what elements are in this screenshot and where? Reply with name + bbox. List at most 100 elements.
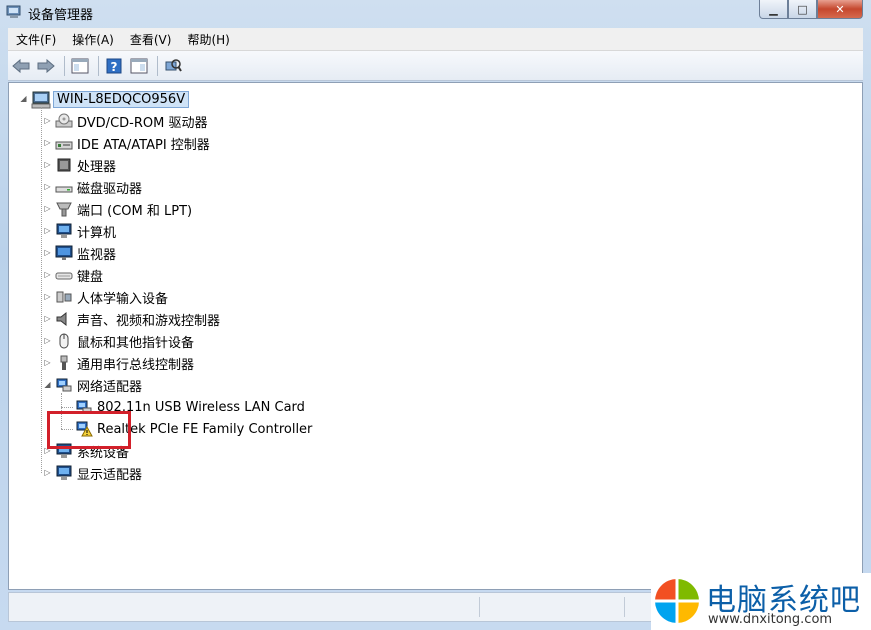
toolbar: ? [8, 51, 863, 81]
tree-category[interactable]: 鼠标和其他指针设备 [55, 331, 194, 351]
expand-arrow-icon[interactable]: ▷ [43, 468, 52, 477]
expand-arrow-icon[interactable]: ▷ [43, 248, 52, 257]
tree-category[interactable]: 网络适配器 [55, 375, 142, 395]
tree-node-label: 鼠标和其他指针设备 [77, 335, 195, 351]
tree-node-label: DVD/CD-ROM 驱动器 [77, 115, 208, 131]
properties-button[interactable] [128, 55, 150, 77]
device-tree[interactable]: WIN-L8EDQCO956V ◢ DVD/CD-ROM 驱动器 ▷ IDE ATA/A… [8, 82, 863, 590]
tree-root-computer[interactable]: WIN-L8EDQCO956V [31, 89, 190, 109]
tree-node-label: IDE ATA/ATAPI 控制器 [77, 137, 210, 153]
dvd-icon [55, 113, 73, 129]
expand-arrow-icon[interactable]: ▷ [43, 358, 52, 367]
computer-root-icon [31, 91, 51, 109]
usb-icon [55, 355, 73, 371]
help-icon: ? [106, 58, 122, 74]
menu-help[interactable]: 帮助(H) [179, 31, 237, 48]
disk-drive-icon [55, 179, 73, 195]
root-node-label: WIN-L8EDQCO956V [53, 90, 190, 108]
title-bar[interactable]: 设备管理器 ▁ □ ✕ [0, 0, 871, 26]
show-hide-console-tree-icon [71, 58, 89, 73]
window-controls: ▁ □ ✕ [759, 0, 863, 19]
back-button[interactable] [10, 55, 32, 77]
expand-arrow-icon[interactable]: ▷ [43, 292, 52, 301]
tree-category[interactable]: 显示适配器 [55, 463, 142, 483]
window-title: 设备管理器 [28, 8, 94, 23]
tree-category[interactable]: 处理器 [55, 155, 116, 175]
toolbar-separator [98, 55, 99, 76]
minimize-button[interactable]: ▁ [759, 0, 788, 19]
properties-icon [130, 58, 148, 73]
tree-category[interactable]: DVD/CD-ROM 驱动器 [55, 111, 207, 131]
tree-category[interactable]: 计算机 [55, 221, 116, 241]
toolbar-separator [64, 55, 65, 76]
expand-arrow-icon[interactable]: ▷ [43, 204, 52, 213]
monitor-icon [55, 245, 73, 261]
tree-category[interactable]: 键盘 [55, 265, 103, 285]
forward-icon [37, 58, 55, 73]
tree-category[interactable]: IDE ATA/ATAPI 控制器 [55, 133, 210, 153]
scan-hardware-button[interactable] [162, 55, 184, 77]
tree-node-label: 监视器 [77, 247, 117, 263]
show-hide-console-tree-button[interactable] [69, 55, 91, 77]
highlight-box [47, 411, 131, 449]
device-manager-app-icon [6, 5, 22, 19]
expand-arrow-icon[interactable]: ▷ [43, 116, 52, 125]
tree-node-label: 端口 (COM 和 LPT) [77, 203, 193, 219]
windows-logo-icon [655, 579, 699, 623]
watermark: 电脑系统吧 www.dnxitong.com [651, 573, 871, 630]
mouse-icon [55, 333, 73, 349]
tree-category[interactable]: 端口 (COM 和 LPT) [55, 199, 192, 219]
scan-hardware-icon [165, 58, 182, 72]
tree-category[interactable]: 声音、视频和游戏控制器 [55, 309, 220, 329]
tree-category[interactable]: 人体学输入设备 [55, 287, 168, 307]
status-divider [479, 597, 480, 617]
maximize-icon: □ [797, 2, 808, 16]
menu-bar: 文件(F) 操作(A) 查看(V) 帮助(H) [8, 28, 863, 51]
expand-arrow-icon[interactable]: ▷ [43, 314, 52, 323]
expand-arrow-icon[interactable]: ▷ [43, 160, 52, 169]
tree-category[interactable]: 磁盘驱动器 [55, 177, 142, 197]
processor-icon [55, 157, 73, 173]
maximize-button[interactable]: □ [788, 0, 817, 19]
back-icon [12, 58, 30, 73]
tree-node-label: 键盘 [77, 269, 104, 285]
close-icon: ✕ [835, 2, 845, 16]
tree-node-label: 处理器 [77, 159, 117, 175]
menu-file[interactable]: 文件(F) [8, 31, 64, 48]
computer-icon [55, 223, 73, 239]
tree-category[interactable]: 通用串行总线控制器 [55, 353, 194, 373]
network-adapter-icon [55, 377, 73, 393]
expand-arrow-icon[interactable]: ▷ [43, 138, 52, 147]
ide-controller-icon [55, 135, 73, 151]
help-button[interactable]: ? [103, 55, 125, 77]
tree-category[interactable]: 监视器 [55, 243, 116, 263]
tree-node-label: 磁盘驱动器 [77, 181, 143, 197]
expand-arrow-icon[interactable]: ▷ [43, 270, 52, 279]
tree-node-label: 人体学输入设备 [77, 291, 169, 307]
tree-node-label: 声音、视频和游戏控制器 [77, 313, 221, 329]
keyboard-icon [55, 267, 73, 283]
collapse-arrow-icon[interactable]: ◢ [43, 380, 52, 389]
tree-node-label: 通用串行总线控制器 [77, 357, 195, 373]
watermark-url: www.dnxitong.com [708, 612, 833, 627]
expand-arrow-icon[interactable]: ▷ [43, 336, 52, 345]
menu-action[interactable]: 操作(A) [64, 31, 122, 48]
collapse-arrow-icon[interactable]: ◢ [19, 94, 28, 103]
close-button[interactable]: ✕ [817, 0, 863, 19]
hid-icon [55, 289, 73, 305]
svg-text:?: ? [111, 60, 118, 74]
device-manager-window: 设备管理器 ▁ □ ✕ 文件(F) 操作(A) 查看(V) 帮助(H) ? WI… [0, 0, 871, 630]
tree-node-label: 计算机 [77, 225, 117, 241]
expand-arrow-icon[interactable]: ▷ [43, 182, 52, 191]
forward-button[interactable] [35, 55, 57, 77]
display-adapter-icon [55, 465, 73, 481]
tree-node-label: 网络适配器 [77, 379, 143, 395]
port-icon [55, 201, 73, 217]
menu-view[interactable]: 查看(V) [122, 31, 180, 48]
expand-arrow-icon[interactable]: ▷ [43, 226, 52, 235]
minimize-icon: ▁ [769, 2, 778, 16]
status-divider [624, 597, 625, 617]
sound-icon [55, 311, 73, 327]
tree-connector [41, 107, 42, 473]
tree-node-label: 显示适配器 [77, 467, 143, 483]
